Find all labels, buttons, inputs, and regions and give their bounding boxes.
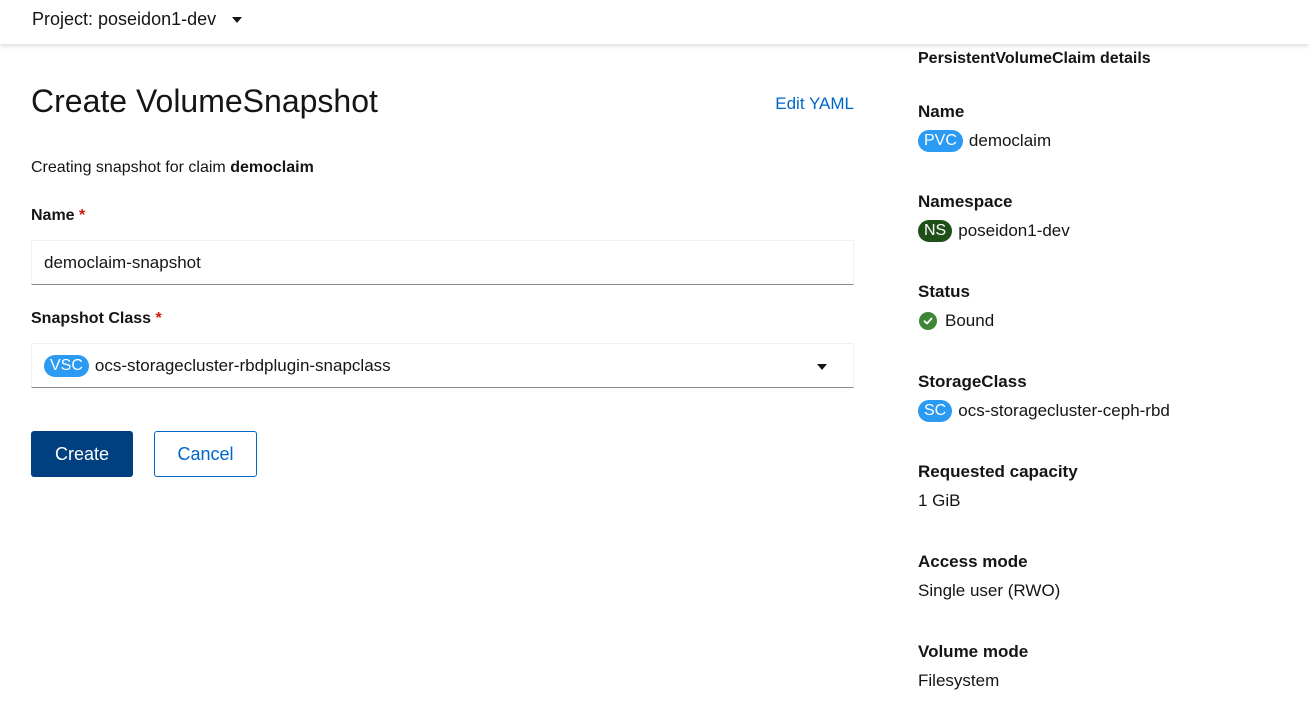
create-button[interactable]: Create (31, 431, 133, 477)
snapshot-class-label-text: Snapshot Class (31, 310, 152, 327)
pvc-resource-badge: PVC (918, 130, 963, 152)
caret-down-icon (232, 17, 243, 23)
project-label: Project: poseidon1-dev (32, 8, 217, 29)
required-asterisk: * (79, 207, 86, 224)
subtitle-text: Creating snapshot for claim (31, 159, 226, 176)
detail-value: Filesystem (918, 671, 1000, 690)
detail-term: Access mode (918, 552, 1028, 571)
snapshot-name-input[interactable] (31, 240, 854, 285)
subtitle-claim-name: democlaim (230, 159, 314, 176)
detail-storageclass: StorageClass SC ocs-storagecluster-ceph-… (918, 370, 1298, 424)
storageclass-link[interactable]: ocs-storagecluster-ceph-rbd (958, 401, 1170, 421)
detail-value: 1 GiB (918, 491, 961, 510)
check-circle-icon (919, 312, 937, 330)
detail-status: Status Bound (918, 280, 1298, 334)
detail-term: Status (918, 282, 970, 301)
page-title: Create VolumeSnapshot (31, 83, 378, 119)
namespace-link[interactable]: poseidon1-dev (958, 221, 1070, 241)
snapshot-class-field-label: Snapshot Class * (31, 310, 162, 328)
details-heading: PersistentVolumeClaim details (918, 50, 1151, 67)
detail-namespace: Namespace NS poseidon1-dev (918, 190, 1298, 244)
detail-term: Namespace (918, 192, 1013, 211)
vsc-resource-badge: VSC (44, 354, 89, 377)
name-label-text: Name (31, 207, 75, 224)
detail-value: SC ocs-storagecluster-ceph-rbd (918, 398, 1298, 424)
status-text: Bound (945, 311, 995, 330)
caret-down-icon (817, 364, 827, 370)
detail-value: Bound (918, 308, 1298, 334)
detail-access-mode: Access mode Single user (RWO) (918, 550, 1298, 604)
detail-term: Volume mode (918, 642, 1029, 661)
form-subtitle: Creating snapshot for claim democlaim (31, 159, 314, 177)
pvc-name-link[interactable]: democlaim (969, 131, 1051, 151)
detail-term: Name (918, 102, 965, 121)
masthead-bar: Project: poseidon1-dev (0, 0, 1309, 44)
edit-yaml-link[interactable]: Edit YAML (775, 94, 854, 114)
snapshot-class-value: ocs-storagecluster-rbdplugin-snapclass (94, 355, 391, 375)
detail-value: PVC democlaim (918, 128, 1298, 154)
cancel-button[interactable]: Cancel (154, 431, 257, 477)
ns-resource-badge: NS (918, 220, 953, 242)
project-selector[interactable]: Project: poseidon1-dev (32, 6, 243, 32)
detail-term: StorageClass (918, 372, 1027, 391)
detail-name: Name PVC democlaim (918, 100, 1298, 154)
required-asterisk: * (155, 310, 162, 327)
snapshot-class-dropdown[interactable]: VSC ocs-storagecluster-rbdplugin-snapcla… (31, 343, 854, 388)
detail-volume-mode: Volume mode Filesystem (918, 640, 1298, 694)
detail-value: NS poseidon1-dev (918, 218, 1298, 244)
detail-term: Requested capacity (918, 462, 1078, 481)
sc-resource-badge: SC (918, 400, 953, 422)
detail-requested-capacity: Requested capacity 1 GiB (918, 460, 1298, 514)
detail-value: Single user (RWO) (918, 581, 1061, 600)
name-field-label: Name * (31, 207, 85, 225)
